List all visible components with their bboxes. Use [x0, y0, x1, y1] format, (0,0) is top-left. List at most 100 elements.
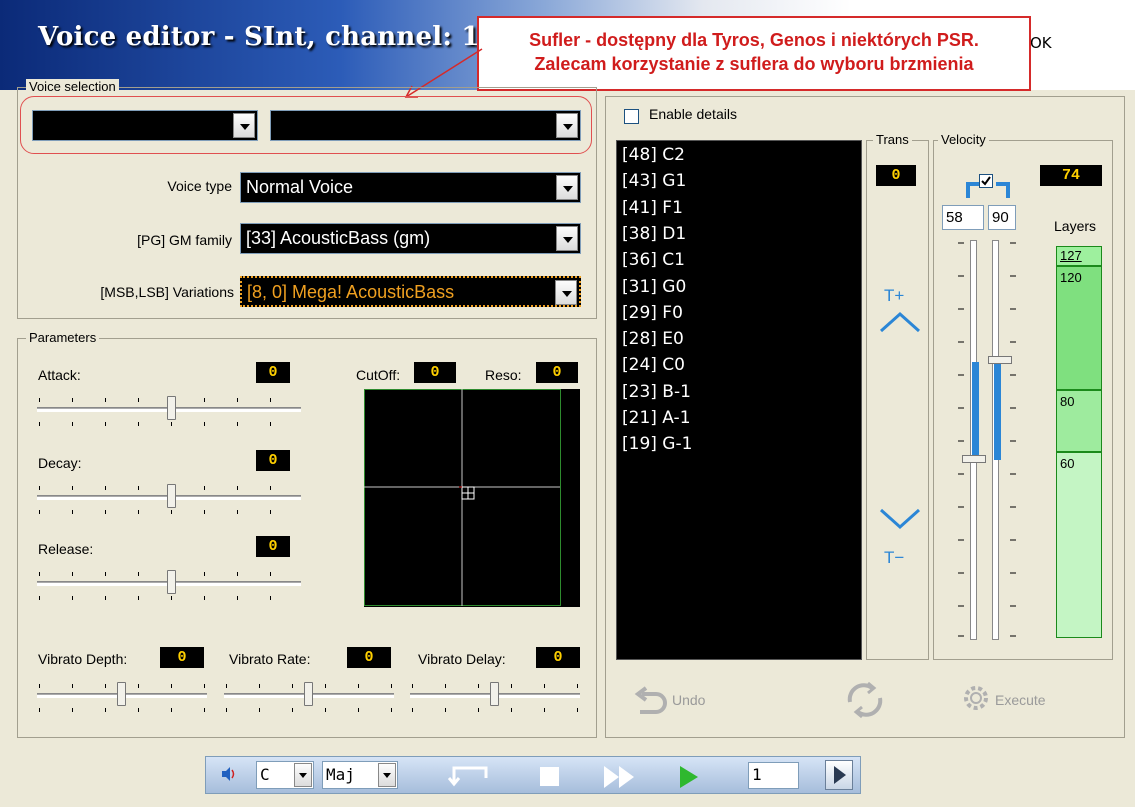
- release-value: 0: [256, 536, 290, 557]
- count-input[interactable]: 1: [748, 762, 799, 789]
- cutoff-label: CutOff:: [356, 367, 401, 383]
- vibrato-delay-slider[interactable]: [410, 682, 580, 712]
- note-list-item[interactable]: [31] G0: [622, 277, 686, 297]
- refresh-icon[interactable]: [842, 680, 888, 720]
- chevron-down-icon[interactable]: [556, 226, 578, 251]
- chevron-down-icon[interactable]: [233, 113, 255, 138]
- gm-family-label: [PG] GM family: [137, 232, 232, 248]
- attack-slider[interactable]: [37, 396, 301, 426]
- voice-bank-combo[interactable]: [32, 110, 258, 141]
- note-list-item[interactable]: [38] D1: [622, 224, 686, 244]
- key-select[interactable]: C: [256, 761, 314, 789]
- release-slider[interactable]: [37, 570, 301, 600]
- note-list-item[interactable]: [43] G1: [622, 171, 686, 191]
- speaker-icon[interactable]: [220, 766, 238, 782]
- attack-label: Attack:: [38, 367, 81, 383]
- slider-thumb[interactable]: [490, 682, 499, 706]
- vibrato-rate-slider[interactable]: [224, 682, 394, 712]
- trans-up-label: T+: [884, 286, 905, 305]
- xy-pad-grid: [364, 389, 561, 606]
- note-list-item[interactable]: [24] C0: [622, 355, 685, 375]
- play-icon[interactable]: [677, 764, 701, 790]
- chevron-up-icon[interactable]: [878, 310, 922, 334]
- gm-family-combo[interactable]: [33] AcousticBass (gm): [240, 223, 581, 254]
- undo-button[interactable]: Undo: [672, 692, 705, 708]
- loop-icon[interactable]: [448, 762, 496, 788]
- vibrato-depth-value: 0: [160, 647, 204, 668]
- callout-line-1: Sufler - dostępny dla Tyros, Genos i nie…: [529, 30, 979, 50]
- ok-button[interactable]: OK: [1030, 34, 1052, 52]
- slider-thumb[interactable]: [117, 682, 126, 706]
- vibrato-rate-label: Vibrato Rate:: [229, 651, 311, 667]
- enable-details-checkbox[interactable]: [624, 109, 639, 124]
- cutoff-value: 0: [414, 362, 456, 383]
- layer-segment[interactable]: [1056, 452, 1102, 638]
- scale-select[interactable]: Maj: [322, 761, 398, 789]
- trans-value: 0: [876, 165, 916, 186]
- attack-value: 0: [256, 362, 290, 383]
- note-list-item[interactable]: [21] A-1: [622, 408, 691, 428]
- slider-thumb[interactable]: [167, 396, 176, 420]
- chevron-down-icon[interactable]: [878, 507, 922, 531]
- vibrato-depth-label: Vibrato Depth:: [38, 651, 128, 667]
- drum-note-list[interactable]: [48] C2 [43] G1 [41] F1 [38] D1 [36] C1 [31] …: [616, 140, 862, 660]
- vibrato-depth-slider[interactable]: [37, 682, 207, 712]
- chevron-down-icon[interactable]: [294, 763, 312, 787]
- voice-selection-label: Voice selection: [26, 79, 119, 94]
- layer-label-120: 120: [1060, 270, 1082, 285]
- velocity-slider-ticks: [958, 242, 1016, 637]
- note-list-item[interactable]: [23] B-1: [622, 382, 691, 402]
- note-list-item[interactable]: [48] C2: [622, 145, 685, 165]
- variations-label: [MSB,LSB] Variations: [100, 284, 234, 300]
- layer-label-80: 80: [1060, 394, 1075, 409]
- velocity-low-fill: [972, 362, 979, 458]
- enable-details-label: Enable details: [649, 106, 737, 122]
- chevron-down-icon[interactable]: [556, 113, 578, 138]
- layer-label-60: 60: [1060, 456, 1075, 471]
- variations-combo[interactable]: [8, 0] Mega! AcousticBass: [240, 276, 581, 307]
- note-list-item[interactable]: [41] F1: [622, 198, 683, 218]
- note-list-item[interactable]: [36] C1: [622, 250, 685, 270]
- velocity-value: 74: [1040, 165, 1102, 186]
- trans-group: Trans: [866, 132, 929, 660]
- annotation-callout: Sufler - dostępny dla Tyros, Genos i nie…: [477, 16, 1031, 91]
- note-list-item[interactable]: [19] G-1: [622, 434, 692, 454]
- parameters-label: Parameters: [26, 330, 100, 345]
- decay-slider[interactable]: [37, 484, 301, 514]
- decay-label: Decay:: [38, 455, 82, 471]
- velocity-low-input[interactable]: 58: [942, 205, 984, 230]
- velocity-link-checkbox[interactable]: [979, 174, 993, 188]
- next-button[interactable]: [825, 760, 853, 790]
- velocity-low-thumb[interactable]: [962, 455, 986, 463]
- voice-type-combo[interactable]: Normal Voice: [240, 172, 581, 203]
- voice-name-combo[interactable]: [270, 110, 581, 141]
- trans-down-label: T−: [884, 548, 905, 567]
- stop-icon[interactable]: [540, 767, 559, 786]
- checkmark-icon: [981, 176, 991, 186]
- velocity-high-thumb[interactable]: [988, 356, 1012, 364]
- play-outline-icon: [834, 766, 846, 784]
- vibrato-rate-value: 0: [347, 647, 391, 668]
- vibrato-delay-label: Vibrato Delay:: [418, 651, 506, 667]
- callout-line-2: Zalecam korzystanie z suflera do wyboru …: [534, 54, 974, 74]
- velocity-high-fill: [994, 364, 1001, 460]
- fast-forward-icon[interactable]: [602, 764, 638, 790]
- note-list-item[interactable]: [28] E0: [622, 329, 684, 349]
- undo-icon: [634, 686, 667, 714]
- execute-button[interactable]: Execute: [995, 692, 1046, 708]
- note-list-item[interactable]: [29] F0: [622, 303, 683, 323]
- reso-label: Reso:: [485, 367, 522, 383]
- velocity-high-input[interactable]: 90: [988, 205, 1016, 230]
- slider-thumb[interactable]: [167, 570, 176, 594]
- decay-value: 0: [256, 450, 290, 471]
- slider-thumb[interactable]: [304, 682, 313, 706]
- release-label: Release:: [38, 541, 94, 557]
- slider-thumb[interactable]: [167, 484, 176, 508]
- trans-label: Trans: [873, 132, 912, 147]
- voice-type-label: Voice type: [167, 178, 232, 194]
- filter-xy-pad[interactable]: [364, 389, 580, 607]
- chevron-down-icon[interactable]: [556, 175, 578, 200]
- chevron-down-icon[interactable]: [555, 280, 577, 305]
- gear-icon: [964, 686, 988, 710]
- chevron-down-icon[interactable]: [378, 763, 396, 787]
